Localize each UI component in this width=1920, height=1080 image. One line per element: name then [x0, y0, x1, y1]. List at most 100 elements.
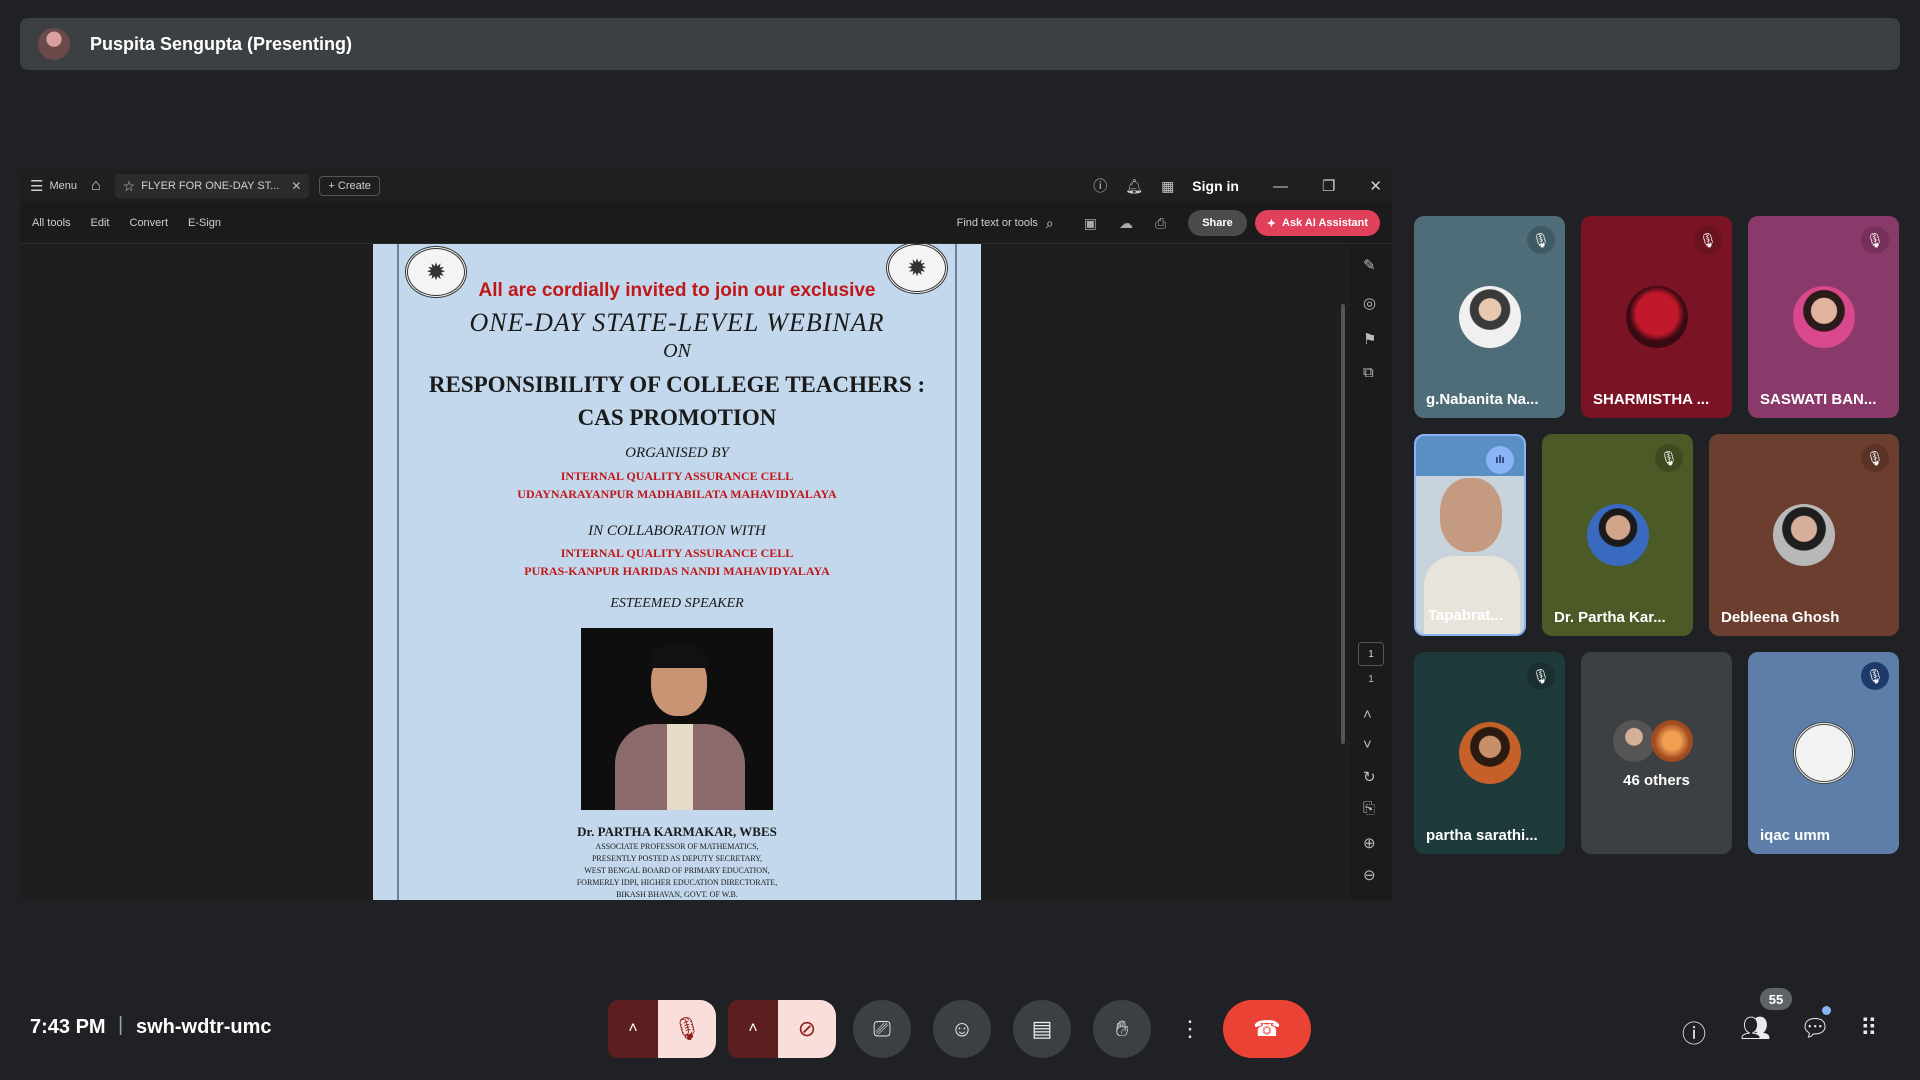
restore-icon[interactable]: ❐: [1322, 177, 1335, 195]
home-icon[interactable]: ⌂: [91, 177, 101, 195]
flyer-org-line2: UDAYNARAYANPUR MADHABILATA MAHAVIDYALAYA: [517, 487, 837, 501]
zoom-in-icon[interactable]: ⊕: [1363, 834, 1376, 852]
audio-options-chevron-up-icon[interactable]: ˄: [608, 1000, 658, 1058]
find-tools-field[interactable]: Find text or tools: [957, 217, 1038, 229]
avatar: [1792, 286, 1855, 348]
minimize-icon[interactable]: —: [1273, 178, 1288, 195]
end-call-button[interactable]: ☎: [1223, 1000, 1311, 1058]
bell-icon[interactable]: 🔔︎: [1125, 178, 1143, 195]
print-icon[interactable]: ⎙: [1155, 215, 1166, 232]
others-count: 46 others: [1623, 772, 1690, 789]
raise-hand-button[interactable]: ✋︎: [1093, 1000, 1151, 1058]
flyer-page: ✹ ✹ All are cordially invited to join ou…: [373, 244, 981, 900]
participant-tile[interactable]: 🎙︎ SASWATI BAN...: [1748, 216, 1899, 418]
toolbar-all-tools[interactable]: All tools: [32, 217, 71, 229]
captions-button[interactable]: ▤: [1013, 1000, 1071, 1058]
speaker-line: FORMERLY IDPI, HIGHER EDUCATION DIRECTOR…: [576, 878, 778, 887]
close-window-icon[interactable]: ✕: [1369, 177, 1382, 195]
organize-icon[interactable]: ◎: [1363, 294, 1376, 312]
toolbar-esign[interactable]: E-Sign: [188, 217, 221, 229]
speaker-hair: [649, 646, 709, 668]
avatar: [1458, 722, 1521, 784]
avatar: [1773, 504, 1835, 566]
share-button[interactable]: Share: [1188, 210, 1247, 236]
participant-name: Debleena Ghosh: [1721, 609, 1840, 626]
camera-toggle-button[interactable]: ⊘: [778, 1000, 836, 1058]
participant-tile[interactable]: 🎙︎ SHARMISTHA ...: [1581, 216, 1732, 418]
page-number-input[interactable]: 1: [1358, 642, 1384, 666]
speaker-photo: [581, 628, 773, 810]
presenter-avatar: [38, 28, 70, 60]
others-tile[interactable]: 46 others: [1581, 652, 1732, 854]
shared-screen: ☰ Menu ⌂ ☆ FLYER FOR ONE-DAY ST... ✕ + C…: [20, 170, 1392, 900]
people-icon[interactable]: 👥︎: [1740, 1014, 1770, 1043]
create-button[interactable]: + Create: [319, 176, 380, 196]
star-icon[interactable]: ☆: [123, 178, 136, 195]
participant-name: SHARMISTHA ...: [1593, 391, 1710, 408]
chevron-up-icon[interactable]: ˄: [1363, 706, 1372, 723]
menu-label: Menu: [49, 180, 77, 192]
participant-tile[interactable]: 🎙︎ g.Nabanita Na...: [1414, 216, 1565, 418]
comment-icon[interactable]: ✎: [1363, 256, 1376, 274]
save-icon[interactable]: ▣: [1084, 215, 1097, 232]
meeting-info-icon[interactable]: ⓘ: [1682, 1014, 1706, 1049]
avatar: [1458, 286, 1521, 348]
mic-toggle-button[interactable]: 🎙︎: [658, 1000, 716, 1058]
rotate-icon[interactable]: ↻: [1363, 768, 1376, 786]
search-icon[interactable]: ⌕: [1046, 215, 1054, 232]
activities-grid-icon[interactable]: ⠿: [1860, 1014, 1878, 1043]
document-viewport[interactable]: ✹ ✹ All are cordially invited to join ou…: [20, 244, 1350, 900]
upload-cloud-icon[interactable]: ☁: [1119, 215, 1133, 232]
zoom-out-icon[interactable]: ⊖: [1363, 866, 1376, 884]
document-tab[interactable]: ☆ FLYER FOR ONE-DAY ST... ✕: [114, 174, 310, 198]
mic-off-icon: 🎙︎: [1694, 226, 1722, 254]
acrobat-titlebar: ☰ Menu ⌂ ☆ FLYER FOR ONE-DAY ST... ✕ + C…: [20, 170, 1392, 202]
present-screen-button[interactable]: ⎚: [853, 1000, 911, 1058]
participant-name: g.Nabanita Na...: [1426, 391, 1539, 408]
speaker-line: PRESENTLY POSTED AS DEPUTY SECRETARY,: [591, 854, 763, 863]
video-options-chevron-up-icon[interactable]: ˄: [728, 1000, 778, 1058]
iqac-logo-avatar: [1792, 722, 1855, 784]
participant-name: Tapabrat...: [1428, 607, 1503, 624]
video-face: [1440, 478, 1502, 552]
sign-in-button[interactable]: Sign in: [1192, 178, 1239, 194]
toolbar-convert[interactable]: Convert: [130, 217, 169, 229]
ai-assistant-button[interactable]: ✦ Ask AI Assistant: [1254, 210, 1380, 236]
speaker-line: ASSOCIATE PROFESSOR OF MATHEMATICS,: [595, 842, 759, 851]
separator: |: [118, 1014, 124, 1036]
captions-icon: ▤: [1031, 1016, 1053, 1041]
participant-tile-speaking[interactable]: ılı Tapabrat...: [1414, 434, 1526, 636]
apps-grid-icon[interactable]: ▦: [1161, 178, 1174, 195]
toolbar-edit[interactable]: Edit: [91, 217, 110, 229]
flyer-collab: IN COLLABORATION WITH: [588, 523, 766, 539]
reactions-button[interactable]: ☺: [933, 1000, 991, 1058]
flyer-org-line1: INTERNAL QUALITY ASSURANCE CELL: [560, 469, 794, 483]
help-icon[interactable]: ⓘ: [1093, 176, 1107, 196]
flyer-on: ON: [663, 340, 691, 362]
more-vert-icon: ⋮: [1179, 1016, 1201, 1041]
vertical-scrollbar[interactable]: [1341, 304, 1345, 744]
speaking-indicator-icon: ılı: [1486, 446, 1514, 474]
more-options-button[interactable]: ⋮: [1173, 1000, 1207, 1058]
fit-page-icon[interactable]: ⎘: [1363, 800, 1375, 817]
clock: 7:43 PM: [30, 1016, 106, 1038]
ai-sparkle-icon: ✦: [1266, 217, 1276, 230]
participant-tile[interactable]: 🎙︎ partha sarathi...: [1414, 652, 1565, 854]
pages-icon[interactable]: ⧉: [1363, 364, 1374, 381]
ai-assistant-label: Ask AI Assistant: [1282, 217, 1368, 229]
hamburger-icon: ☰: [30, 178, 44, 195]
participant-tile[interactable]: 🎙︎ Dr. Partha Kar...: [1542, 434, 1693, 636]
bookmark-icon[interactable]: ⚑: [1363, 330, 1376, 348]
chat-icon[interactable]: 💬︎: [1800, 1014, 1830, 1043]
flyer-collab-line1: INTERNAL QUALITY ASSURANCE CELL: [560, 546, 794, 560]
chevron-down-icon[interactable]: ˅: [1363, 736, 1372, 753]
participant-tile[interactable]: 🎙︎ Debleena Ghosh: [1709, 434, 1899, 636]
mic-off-icon: 🎙︎: [1527, 662, 1555, 690]
close-tab-icon[interactable]: ✕: [291, 179, 301, 193]
acrobat-right-rail: ✎ ◎ ⚑ ⧉ 1 1 ˄ ˅ ↻ ⎘ ⊕ ⊖: [1350, 244, 1392, 900]
menu-button[interactable]: ☰ Menu: [30, 177, 77, 195]
flyer-collab-line2: PURAS-KANPUR HARIDAS NANDI MAHAVIDYALAYA: [524, 564, 830, 578]
mic-off-icon: 🎙︎: [1861, 444, 1889, 472]
participant-tile[interactable]: 🎙︎ iqac umm: [1748, 652, 1899, 854]
people-count-badge: 55: [1760, 988, 1792, 1010]
